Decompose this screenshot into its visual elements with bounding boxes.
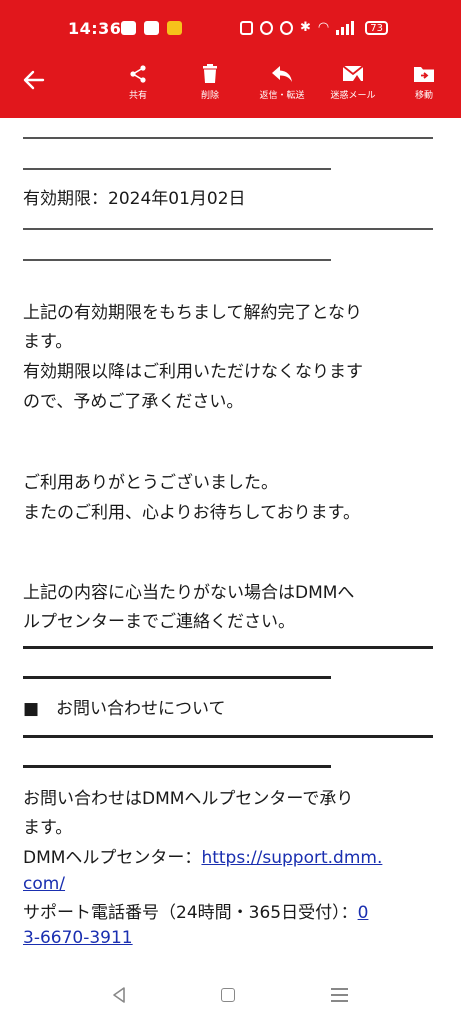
phone-line: サポート電話番号（24時間・365日受付）：0: [23, 900, 368, 927]
divider: [23, 259, 331, 261]
system-icons: ✱ ◠ 73: [240, 20, 388, 35]
divider: [23, 228, 433, 230]
notification-icons: [121, 21, 182, 35]
phone-label: サポート電話番号（24時間・365日受付）：: [23, 903, 358, 923]
phone-line: 3-6670-3911: [23, 925, 133, 952]
body-line: 上記の有効期限をもちまして解約完了となり: [23, 303, 362, 323]
arrow-left-icon: [23, 70, 45, 90]
lock-notification-icon: [167, 21, 182, 35]
spam-mail-icon: [342, 65, 364, 81]
status-time: 14:36: [68, 19, 122, 38]
help-center-link[interactable]: com/: [23, 874, 65, 894]
signal-icon: [336, 20, 355, 35]
divider: [23, 765, 331, 768]
divider: [23, 735, 433, 738]
share-button[interactable]: 共有: [103, 62, 173, 101]
status-bar: 14:36 ✱ ◠ 73: [0, 0, 461, 46]
help-center-link[interactable]: https://support.dmm.: [201, 848, 382, 868]
mail-notification-icon: [121, 21, 136, 35]
line-notification-icon: [144, 21, 159, 35]
help-center-line: DMMヘルプセンター：https://support.dmm.: [23, 845, 382, 872]
wifi-icon: ◠: [317, 20, 330, 35]
phone-link[interactable]: 3-6670-3911: [23, 928, 133, 948]
divider: [23, 676, 331, 679]
battery-indicator: 73: [365, 20, 388, 35]
share-label: 共有: [128, 91, 147, 101]
contact-line: ます。: [23, 818, 73, 838]
help-line: ルプセンターまでご連絡ください。: [23, 612, 295, 632]
move-folder-icon: [414, 67, 434, 82]
reply-forward-button[interactable]: 返信・転送: [247, 62, 317, 101]
share-icon: [130, 65, 146, 83]
help-center-line: com/: [23, 871, 65, 898]
alarm-icon: [260, 20, 273, 35]
reply-icon: [272, 66, 292, 82]
mute-icon: [280, 20, 293, 35]
app-toolbar: 共有 削除 返信・転送 迷惑メール 移動: [0, 46, 461, 118]
nfc-icon: [240, 20, 253, 35]
thanks-line: またのご利用、心よりお待ちしております。: [23, 503, 360, 523]
help-center-label: DMMヘルプセンター：: [23, 848, 202, 868]
body-line: ます。: [23, 332, 73, 352]
expiry-date: 有効期限：2024年01月02日: [23, 189, 246, 209]
contact-line: お問い合わせはDMMヘルプセンターで承り: [23, 789, 354, 809]
bluetooth-icon: ✱: [300, 20, 311, 35]
nav-home-button[interactable]: [221, 988, 235, 1002]
nav-recents-button[interactable]: [331, 988, 348, 1006]
thanks-line: ご利用ありがとうございました。: [23, 473, 278, 493]
divider: [23, 137, 433, 139]
back-button[interactable]: [22, 68, 50, 94]
help-line: 上記の内容に心当たりがない場合はDMMへ: [23, 583, 355, 603]
navigation-bar: [0, 970, 461, 1024]
reply-forward-label: 返信・転送: [259, 91, 305, 101]
divider: [23, 646, 433, 649]
section-title: ■ お問い合わせについて: [23, 699, 226, 719]
delete-label: 削除: [200, 91, 219, 101]
body-line: 有効期限以降はご利用いただけなくなります: [23, 362, 363, 382]
move-button[interactable]: 移動: [389, 62, 459, 101]
phone-link[interactable]: 0: [358, 903, 369, 923]
trash-icon: [203, 64, 217, 83]
nav-back-button[interactable]: [111, 986, 127, 1004]
delete-button[interactable]: 削除: [175, 62, 245, 101]
move-label: 移動: [414, 91, 433, 101]
spam-label: 迷惑メール: [330, 91, 376, 101]
body-line: ので、予めご了承ください。: [23, 392, 244, 412]
spam-button[interactable]: 迷惑メール: [318, 62, 388, 101]
divider: [23, 168, 331, 170]
